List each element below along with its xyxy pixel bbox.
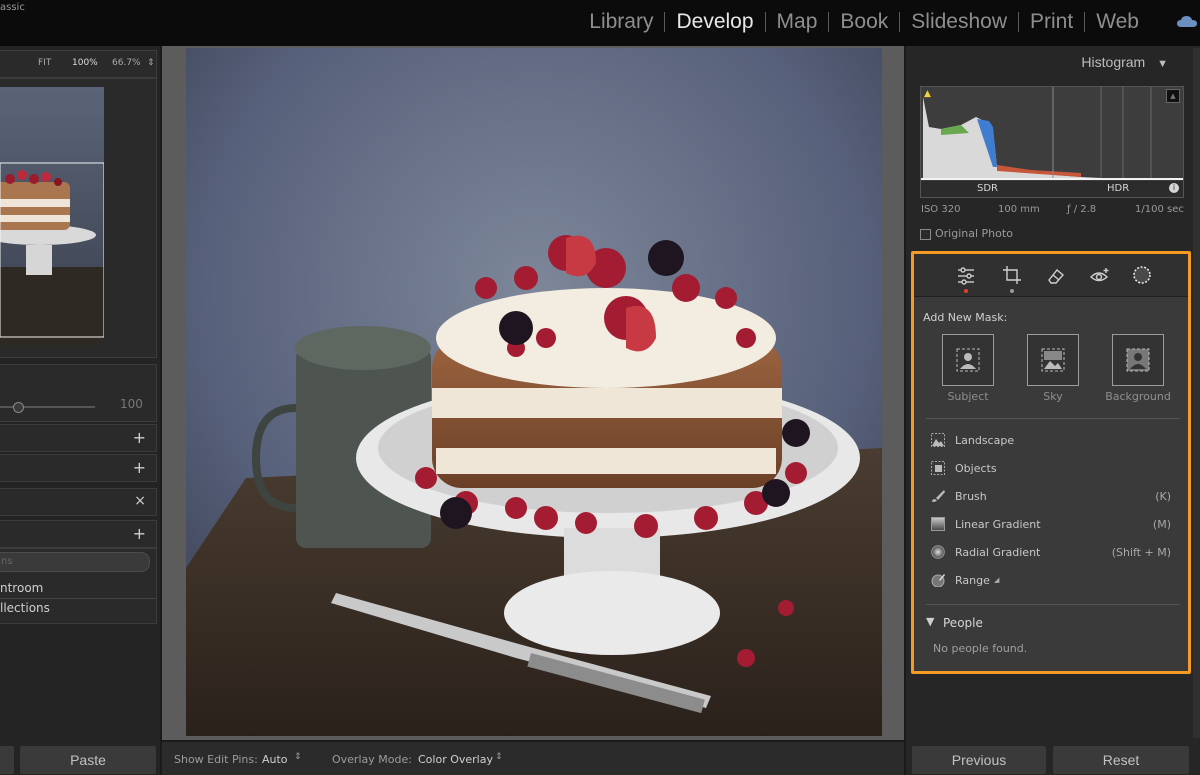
histogram-graph[interactable]: ▲ ▲ SDR HDR i <box>920 86 1184 198</box>
crop-icon[interactable] <box>1002 265 1022 285</box>
edit-active-dot <box>964 289 968 293</box>
snapshots-header[interactable]: + <box>0 454 157 482</box>
people-empty-message: No people found. <box>933 642 1028 655</box>
original-photo-checkbox[interactable] <box>920 229 931 240</box>
brush-icon <box>932 490 945 502</box>
masking-panel: Add New Mask: Subject Sky Background Lan… <box>911 251 1191 674</box>
collection-item[interactable]: ntroom <box>0 581 43 595</box>
shadow-clipping-warning-icon[interactable]: ▲ <box>924 89 931 99</box>
sky-icon <box>1041 348 1065 372</box>
module-picker: Library Develop Map Book Slideshow Print… <box>578 10 1150 34</box>
histogram-plot <box>921 87 1183 197</box>
navigator-header: FIT 100% 66.7% ⇕ <box>0 50 157 78</box>
collections-header[interactable]: + <box>0 520 157 548</box>
app-title: assic <box>0 2 25 13</box>
people-collapse-icon[interactable]: ▼ <box>926 615 934 628</box>
add-collection-icon[interactable]: + <box>133 526 146 542</box>
module-develop[interactable]: Develop <box>665 10 764 34</box>
clear-history-icon[interactable]: × <box>134 493 146 509</box>
show-edit-pins-select[interactable]: Auto <box>262 753 288 766</box>
chevron-updown-icon[interactable]: ⇕ <box>294 752 302 762</box>
edit-sliders-icon[interactable] <box>956 266 976 286</box>
module-print[interactable]: Print <box>1019 10 1084 34</box>
chevron-updown-icon[interactable]: ⇕ <box>495 752 503 762</box>
focal-length-value: 100 mm <box>998 204 1040 215</box>
linear-gradient-icon <box>931 517 945 531</box>
cloud-sync-icon[interactable] <box>1176 14 1198 30</box>
overlay-mode-select[interactable]: Color Overlay <box>418 753 493 766</box>
navigator-preview[interactable] <box>0 78 157 358</box>
collection-item[interactable]: llections <box>0 601 50 615</box>
range-expand-icon[interactable]: ◢ <box>994 576 999 584</box>
module-map[interactable]: Map <box>766 10 829 34</box>
collections-search-input[interactable]: ns <box>0 552 150 572</box>
shutter-speed-value: 1/100 sec <box>1135 204 1184 215</box>
original-photo-label: Original Photo <box>935 227 1013 240</box>
background-button[interactable] <box>1112 334 1164 386</box>
sdr-label: SDR <box>977 183 998 194</box>
subject-icon <box>956 348 980 372</box>
add-preset-icon[interactable]: + <box>133 430 146 446</box>
aperture-value: ƒ / 2.8 <box>1067 204 1097 215</box>
people-section-title[interactable]: People <box>943 616 983 630</box>
history-header[interactable]: × <box>0 488 157 516</box>
add-new-mask-label: Add New Mask: <box>923 311 1008 324</box>
copy-button[interactable] <box>0 746 14 774</box>
histogram-header[interactable]: Histogram ▼ <box>1081 54 1168 70</box>
presets-header[interactable]: + <box>0 424 157 452</box>
slider-thumb[interactable] <box>13 402 24 413</box>
subject-button[interactable] <box>942 334 994 386</box>
masking-icon[interactable] <box>1132 265 1152 285</box>
collections-list: ns ntroom llections <box>0 548 157 624</box>
module-slideshow[interactable]: Slideshow <box>900 10 1018 34</box>
center-toolbar: Show Edit Pins: Auto ⇕ Overlay Mode: Col… <box>162 742 904 775</box>
left-panel: FIT 100% 66.7% ⇕ 100 + + × + ns ntroom l… <box>0 46 160 775</box>
show-edit-pins-label: Show Edit Pins: <box>174 753 258 766</box>
slider-value: 100 <box>120 397 143 411</box>
radial-gradient-icon <box>931 545 945 559</box>
panel-scrollbar[interactable] <box>1193 48 1200 738</box>
background-icon <box>1126 348 1150 372</box>
previous-button[interactable]: Previous <box>912 746 1046 774</box>
paste-button[interactable]: Paste <box>20 746 156 774</box>
red-eye-icon[interactable] <box>1090 266 1110 286</box>
zoom-fit[interactable]: FIT <box>38 58 51 68</box>
reset-button[interactable]: Reset <box>1053 746 1189 774</box>
module-book[interactable]: Book <box>829 10 899 34</box>
healing-eraser-icon[interactable] <box>1046 266 1066 286</box>
objects-icon <box>931 461 945 475</box>
module-web[interactable]: Web <box>1085 10 1150 34</box>
navigator-thumbnail[interactable] <box>0 87 104 345</box>
sky-button[interactable] <box>1027 334 1079 386</box>
zoom-100[interactable]: 100% <box>72 58 98 68</box>
cake-photo[interactable] <box>186 48 882 736</box>
divider <box>926 418 1180 419</box>
sky-label: Sky <box>1043 390 1063 403</box>
add-snapshot-icon[interactable]: + <box>133 460 146 476</box>
divider <box>0 598 156 599</box>
tool-strip <box>914 254 1188 297</box>
overlay-mode-label: Overlay Mode: <box>332 753 412 766</box>
subject-label: Subject <box>947 390 989 403</box>
zoom-67[interactable]: 66.7% <box>112 58 141 68</box>
crop-dot <box>1010 289 1014 293</box>
history-slider-panel: 100 <box>0 364 157 422</box>
divider <box>926 604 1180 605</box>
histogram-title: Histogram <box>1081 54 1146 70</box>
range-icon <box>931 574 945 587</box>
iso-value: ISO 320 <box>921 204 961 215</box>
module-library[interactable]: Library <box>578 10 664 34</box>
landscape-icon <box>931 433 945 447</box>
collapse-triangle-icon[interactable]: ▼ <box>1157 58 1168 70</box>
info-icon[interactable]: i <box>1169 183 1179 193</box>
zoom-stepper-icon[interactable]: ⇕ <box>147 58 155 68</box>
highlight-clipping-warning-icon[interactable]: ▲ <box>1166 89 1180 103</box>
hdr-label: HDR <box>1107 183 1130 194</box>
background-label: Background <box>1105 390 1171 403</box>
